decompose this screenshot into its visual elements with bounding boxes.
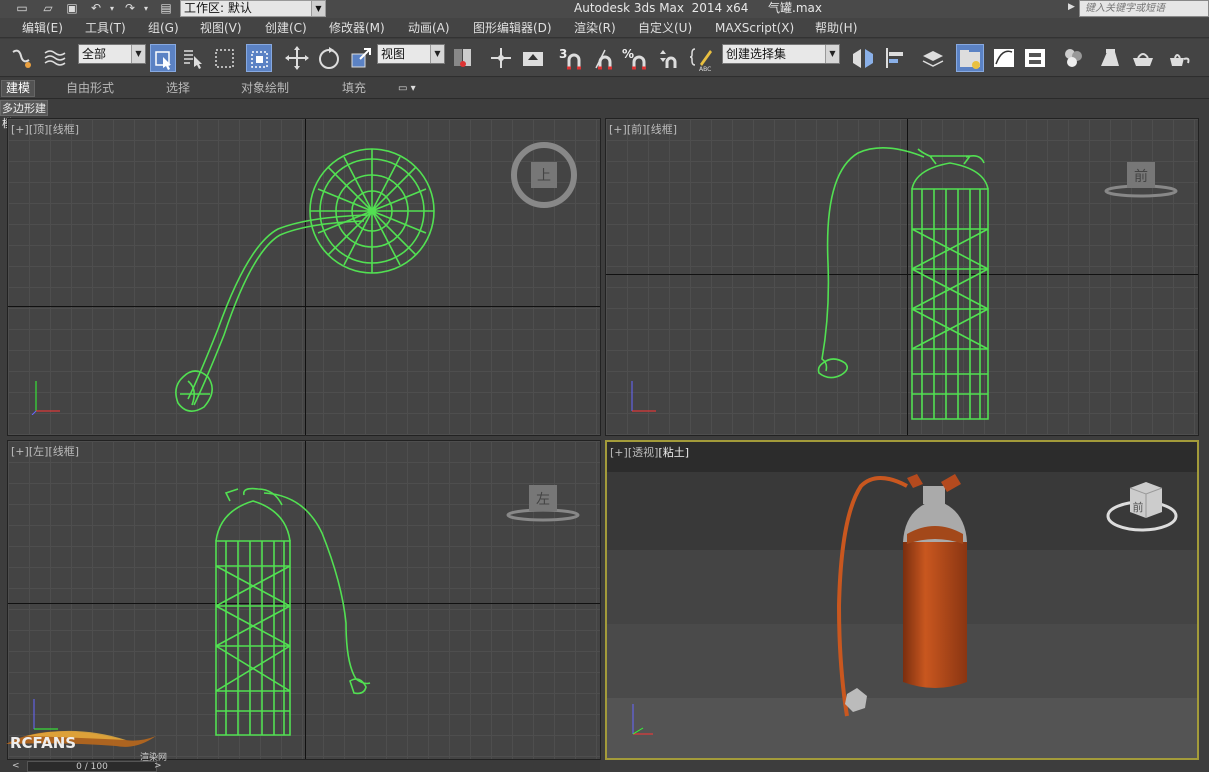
ribbon-options-icon[interactable]: ▭ ▾ [398,81,416,96]
menu-help[interactable]: 帮助(H) [815,20,857,36]
app-menu-icon[interactable]: ▭ [14,1,30,16]
chevron-down-icon: ▼ [131,45,145,63]
undo-icon[interactable]: ↶ [88,1,104,16]
pivot-center-icon[interactable] [450,44,476,72]
viewcube-left[interactable]: 左 [505,479,581,523]
ribbon-bar: 建模 自由形式 选择 对象绘制 填充 ▭ ▾ [0,78,1209,99]
tab-modeling[interactable]: 建模 [1,80,36,97]
save-icon[interactable]: ▣ [64,1,80,16]
viewport-perspective[interactable]: [+][透视][粘土] 前 [605,440,1199,760]
redo-icon[interactable]: ↷ [122,1,138,16]
named-selection-dropdown[interactable]: 创建选择集 ▼ [722,44,840,64]
select-object-button[interactable] [150,44,176,72]
axis-tripod-icon [31,381,60,415]
viewcube-front-face: 前 [1134,168,1148,185]
select-manipulate-icon[interactable] [488,44,514,72]
reference-coord-value: 视图 [381,47,406,61]
keyboard-shortcut-override-icon[interactable] [520,44,546,72]
selection-filter-value: 全部 [82,47,107,61]
rcfans-logo: RCFANS 渲染网 [6,730,167,762]
reference-coord-dropdown[interactable]: 视图 ▼ [377,44,445,64]
viewcube-left-face: 左 [536,492,550,508]
rendered-frame-window-icon[interactable] [1130,44,1156,72]
logo-text: RCFANS [10,734,76,752]
tab-populate[interactable]: 填充 [342,81,366,96]
menu-bar: 编辑(E) 工具(T) 组(G) 视图(V) 创建(C) 修改器(M) 动画(A… [0,18,1209,38]
edit-named-selection-icon[interactable]: ABC [689,44,716,73]
redo-dropdown-icon[interactable]: ▾ [138,1,154,16]
viewcube-perspective[interactable]: 前 [1104,478,1184,538]
viewcube-persp-face: 前 [1133,500,1144,514]
viewport-left[interactable]: [+][左][线框] 左 [7,440,601,760]
open-file-icon[interactable]: ▱ [40,1,56,16]
undo-dropdown-icon[interactable]: ▾ [104,1,120,16]
chevron-down-icon: ▼ [311,1,325,16]
bind-space-warp-icon[interactable] [42,44,68,72]
menu-create[interactable]: 创建(C) [265,20,307,36]
viewport-top[interactable]: [+][顶][线框] 上 [7,118,601,436]
search-input[interactable]: 键入关键字或短语 [1079,0,1209,17]
scene-explorer-button[interactable] [956,44,984,72]
menu-customize[interactable]: 自定义(U) [638,20,692,36]
project-folder-icon[interactable]: ▤ [158,1,174,16]
tab-object-paint[interactable]: 对象绘制 [241,81,289,96]
mirror-icon[interactable] [850,44,876,72]
menu-graph-editors[interactable]: 图形编辑器(D) [473,20,552,36]
curve-editor-icon[interactable] [991,44,1017,72]
logo-subtext: 渲染网 [140,751,167,762]
menu-group[interactable]: 组(G) [148,20,179,36]
menu-maxscript[interactable]: MAXScript(X) [715,20,794,36]
named-selection-value: 创建选择集 [726,47,787,61]
time-slider-prev-icon[interactable]: < [12,761,20,771]
file-name: 气罐.max [768,1,822,15]
select-by-name-icon[interactable] [180,44,206,72]
axis-tripod-icon [632,704,653,735]
selection-filter-dropdown[interactable]: 全部 ▼ [78,44,146,64]
chevron-down-icon: ▼ [430,45,444,63]
render-production-icon[interactable] [1166,44,1192,72]
move-icon[interactable] [284,44,310,72]
render-setup-icon[interactable] [1097,44,1123,72]
layer-manager-icon[interactable] [920,44,946,72]
search-expand-icon[interactable]: ▶ [1068,2,1075,12]
rotate-icon[interactable] [316,44,342,72]
main-toolbar: 全部 ▼ 视图 ▼ 3 % ABC 创建选择集 ▼ [0,39,1209,77]
time-slider-next-icon[interactable]: > [154,761,162,771]
spinner-snap-icon[interactable] [655,44,681,72]
svg-text:ABC: ABC [699,66,711,72]
axis-tripod-icon [631,381,656,412]
snap-magnet-icon[interactable] [561,44,587,72]
select-and-link-icon[interactable] [8,44,34,72]
tab-selection[interactable]: 选择 [166,81,190,96]
time-slider[interactable]: 0 / 100 [27,761,157,772]
menu-animation[interactable]: 动画(A) [408,20,450,36]
menu-modifiers[interactable]: 修改器(M) [329,20,385,36]
viewcube-front[interactable]: 前 [1103,156,1179,200]
workspace-label: 工作区: 默认 [184,1,252,15]
angle-snap-icon[interactable] [592,44,618,72]
menu-rendering[interactable]: 渲染(R) [574,20,616,36]
workspace-dropdown[interactable]: 工作区: 默认 ▼ [180,0,326,17]
menu-edit[interactable]: 编辑(E) [22,20,63,36]
scale-icon[interactable] [348,44,374,72]
percent-snap-icon[interactable] [624,44,650,72]
menu-views[interactable]: 视图(V) [200,20,242,36]
rectangular-selection-icon[interactable] [212,44,238,72]
polygon-modeling-panel-tab[interactable]: 多边形建模 [0,100,48,130]
schematic-view-icon[interactable] [1022,44,1048,72]
window-crossing-button[interactable] [246,44,272,72]
chevron-down-icon: ▼ [825,45,839,63]
viewport-front[interactable]: [+][前][线框] 前 [605,118,1199,436]
viewcube-top[interactable]: 上 [511,142,577,208]
tab-freeform[interactable]: 自由形式 [66,81,114,96]
app-title: Autodesk 3ds Max 2014 x64 [574,1,749,15]
title-bar: ▭ ▱ ▣ ↶ ▾ ↷ ▾ ▤ 工作区: 默认 ▼ Autodesk 3ds M… [0,0,1209,18]
viewcube-top-face: 上 [537,168,551,184]
menu-tools[interactable]: 工具(T) [85,20,126,36]
material-editor-icon[interactable] [1060,44,1086,72]
align-icon[interactable] [882,44,908,72]
